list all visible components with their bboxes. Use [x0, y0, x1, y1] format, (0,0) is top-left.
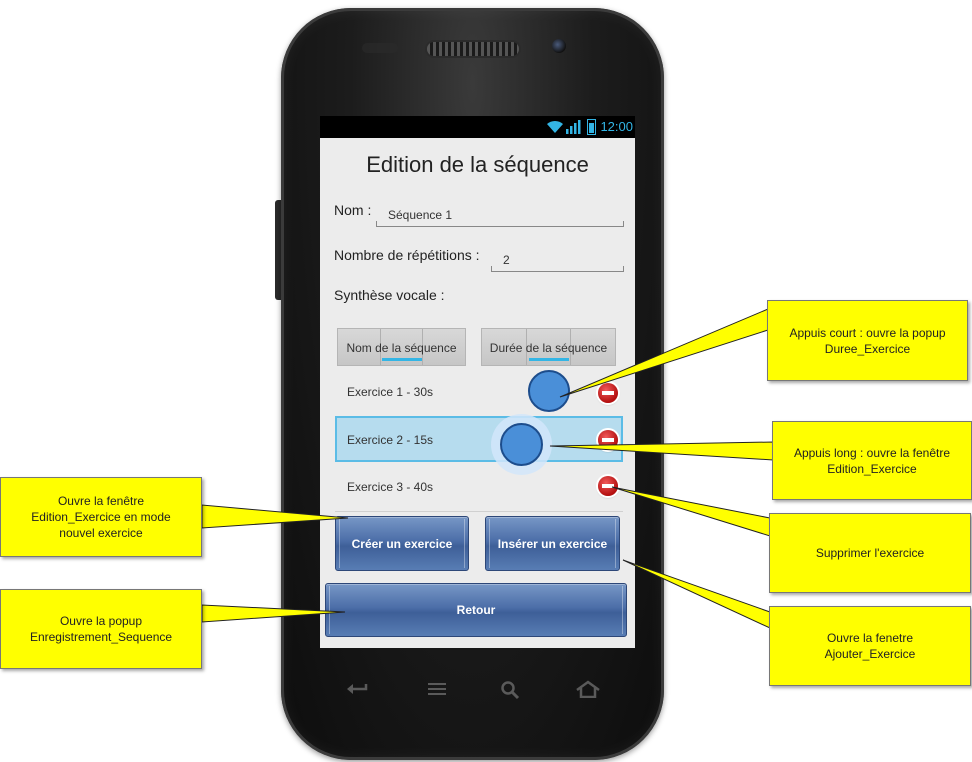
callout-long-press: Appuis long : ouvre la fenêtre Edition_E…: [772, 421, 972, 500]
callout-insert: Ouvre la fenetre Ajouter_Exercice: [769, 606, 971, 686]
callout-create-text: Ouvre la fenêtre Edition_Exercice en mod…: [31, 494, 171, 540]
callout-create: Ouvre la fenêtre Edition_Exercice en mod…: [0, 477, 202, 557]
callout-back: Ouvre la popup Enregistrement_Sequence: [0, 589, 202, 669]
callout-delete: Supprimer l'exercice: [769, 513, 971, 593]
callout-delete-text: Supprimer l'exercice: [815, 546, 925, 560]
callout-insert-text: Ouvre la fenetre Ajouter_Exercice: [824, 631, 916, 661]
callout-long-press-text: Appuis long : ouvre la fenêtre Edition_E…: [793, 445, 951, 476]
callout-short-press: Appuis court : ouvre la popup Duree_Exer…: [767, 300, 968, 381]
callout-back-text: Ouvre la popup Enregistrement_Sequence: [29, 614, 173, 644]
callout-short-press-text: Appuis court : ouvre la popup Duree_Exer…: [789, 325, 946, 356]
